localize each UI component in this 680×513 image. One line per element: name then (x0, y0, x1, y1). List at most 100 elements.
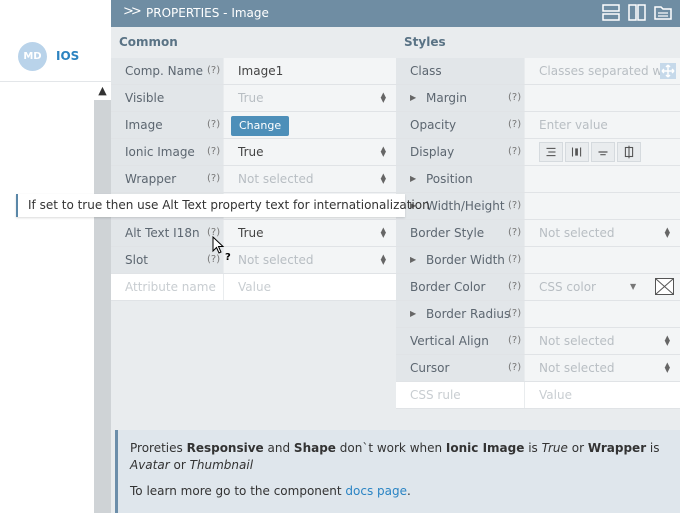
style-row-vertical-align: Vertical Align (?) Not selected ▲ ▼ (396, 328, 680, 355)
move-icon[interactable] (660, 63, 676, 79)
border-style-select[interactable]: Not selected (525, 220, 680, 246)
select-arrows-icon: ▲ ▼ (664, 361, 670, 374)
alt-text-i18n-select[interactable]: True (224, 220, 396, 246)
layout-columns-icon[interactable] (628, 4, 646, 21)
select-arrows-icon: ▲ ▼ (380, 172, 386, 185)
vertical-align-select[interactable]: Not selected (525, 328, 680, 354)
attribute-value-input[interactable]: Value (224, 274, 396, 300)
ios-mode-label[interactable]: IOS (56, 49, 79, 63)
style-row-cursor: Cursor (?) Not selected ▲ ▼ (396, 355, 680, 382)
width-height-value (525, 193, 680, 219)
help-icon[interactable]: (?) (508, 274, 521, 300)
folder-icon[interactable] (654, 4, 672, 21)
expand-arrow-icon[interactable]: ▶ (410, 301, 416, 327)
note-bold: Shape (293, 441, 336, 455)
help-icon[interactable]: (?) (508, 220, 521, 246)
select-arrows-icon: ▲ ▼ (380, 91, 386, 104)
prop-row-alt-text-i18n: Alt Text I18n (?) True ▲ ▼ (111, 220, 396, 247)
select-arrows-icon: ▲ ▼ (664, 226, 670, 239)
prop-row-comp-name: Comp. Name (?) Image1 (111, 58, 396, 85)
style-row-border-width[interactable]: Border Width ▶ (?) (396, 247, 680, 274)
note-bold: Ionic Image (445, 441, 525, 455)
select-arrows-icon: ▲ ▼ (664, 334, 670, 347)
help-icon[interactable]: (?) (508, 328, 521, 354)
help-icon[interactable]: (?) (508, 247, 521, 273)
css-rule-input[interactable]: CSS rule (396, 382, 524, 408)
help-icon[interactable]: (?) (508, 301, 521, 327)
help-icon[interactable]: (?) (207, 166, 220, 192)
no-color-icon[interactable] (655, 278, 674, 295)
help-tooltip: If set to true then use Alt Text propert… (16, 194, 430, 217)
opacity-input[interactable]: Enter value (525, 112, 680, 138)
border-width-value (525, 247, 680, 273)
svg-text:?: ? (225, 252, 231, 262)
help-icon[interactable]: (?) (207, 112, 220, 138)
wrapper-select[interactable]: Not selected (224, 166, 396, 192)
class-input[interactable]: Classes separated w (525, 58, 680, 84)
help-icon[interactable]: (?) (508, 193, 521, 219)
prop-label: Visible (111, 85, 223, 111)
md-mode-badge[interactable]: MD (18, 42, 47, 71)
prop-row-ionic-image: Ionic Image (?) True ▲ ▼ (111, 139, 396, 166)
platform-mode-row[interactable]: MD IOS (0, 30, 111, 82)
help-icon[interactable]: (?) (207, 58, 220, 84)
help-icon[interactable]: (?) (508, 139, 521, 165)
common-section-title: Common (119, 35, 178, 49)
note-text: is (524, 441, 542, 455)
note-italic: Thumbnail (189, 458, 254, 472)
styles-section-title: Styles (404, 35, 446, 49)
style-row-position[interactable]: Position ▶ (396, 166, 680, 193)
expand-arrow-icon[interactable]: ▶ (410, 166, 416, 192)
display-block-icon[interactable] (539, 142, 563, 162)
style-row-margin[interactable]: Margin ▶ (?) (396, 85, 680, 112)
help-icon[interactable]: (?) (508, 85, 521, 111)
scrollbar[interactable] (94, 82, 111, 513)
docs-page-link[interactable]: docs page (345, 484, 407, 498)
style-row-border-style: Border Style (?) Not selected ▲ ▼ (396, 220, 680, 247)
note-text: To learn more go to the component (130, 484, 346, 498)
info-note: Proreties Responsive and Shape don`t wor… (115, 430, 680, 513)
help-icon[interactable]: (?) (207, 139, 220, 165)
note-text: or (169, 458, 190, 472)
style-row-border-radius[interactable]: Border Radius ▶ (?) (396, 301, 680, 328)
style-label: Display (396, 139, 524, 165)
color-dropdown-icon[interactable]: ▼ (630, 274, 636, 300)
prop-row-slot: Slot (?) Not selected ▲ ▼ (111, 247, 396, 274)
style-row-class: Class Classes separated w (396, 58, 680, 85)
display-options (525, 139, 680, 165)
note-text: or (567, 441, 588, 455)
style-row-border-color: Border Color (?) CSS color ▼ (396, 274, 680, 301)
ionic-image-select[interactable]: True (224, 139, 396, 165)
style-label: Opacity (396, 112, 524, 138)
visible-select[interactable]: True (224, 85, 396, 111)
cursor-help-icon: ? (212, 236, 231, 262)
left-strip: MD IOS ▲ (0, 0, 111, 513)
expand-arrow-icon[interactable]: ▶ (410, 85, 416, 111)
display-none-icon[interactable] (617, 142, 641, 162)
slot-select[interactable]: Not selected (224, 247, 396, 273)
cursor-select[interactable]: Not selected (525, 355, 680, 381)
note-bold: Responsive (186, 441, 264, 455)
collapse-chevron-icon[interactable]: >> (123, 4, 142, 19)
note-bold: Wrapper (587, 441, 647, 455)
display-inline-icon[interactable] (591, 142, 615, 162)
scroll-up-arrow-icon[interactable]: ▲ (94, 82, 111, 100)
style-row-display: Display (?) (396, 139, 680, 166)
note-line-2: To learn more go to the component docs p… (130, 483, 680, 500)
select-arrows-icon: ▲ ▼ (380, 145, 386, 158)
change-image-button[interactable]: Change (231, 116, 290, 136)
style-label: Border Color (396, 274, 524, 300)
layout-rows-icon[interactable] (602, 4, 620, 21)
expand-arrow-icon[interactable]: ▶ (410, 247, 416, 273)
border-radius-value (525, 301, 680, 327)
attribute-name-input[interactable]: Attribute name (111, 274, 223, 300)
css-value-input[interactable]: Value (525, 382, 680, 408)
comp-name-input[interactable]: Image1 (224, 58, 396, 84)
note-text: Proreties (130, 441, 187, 455)
note-text: is (646, 441, 660, 455)
note-text: and (263, 441, 294, 455)
style-row-width-height[interactable]: Width/Height ▶ (?) (396, 193, 680, 220)
display-flex-icon[interactable] (565, 142, 589, 162)
help-icon[interactable]: (?) (508, 112, 521, 138)
help-icon[interactable]: (?) (508, 355, 521, 381)
